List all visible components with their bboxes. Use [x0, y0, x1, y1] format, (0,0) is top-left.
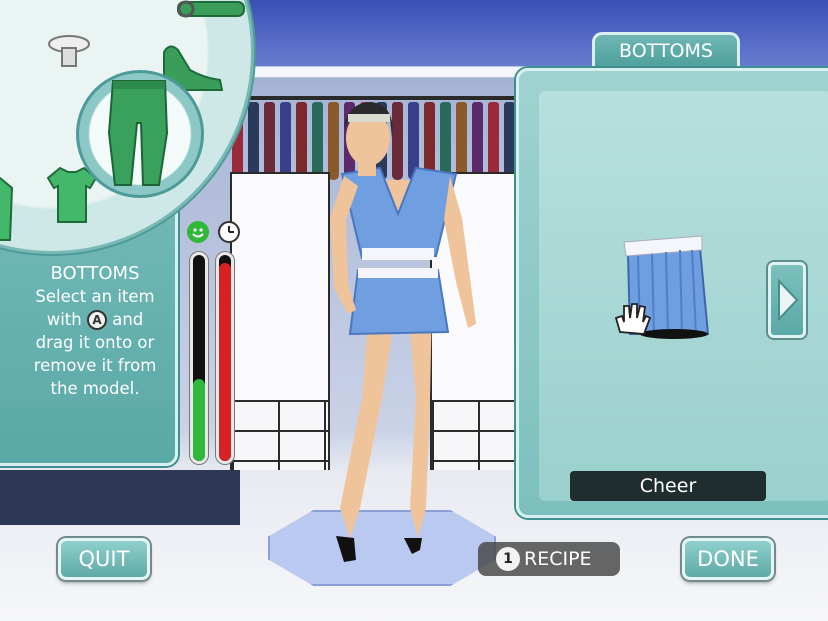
done-button[interactable]: DONE: [682, 538, 774, 580]
recipe-label: RECIPE: [524, 548, 592, 570]
fashion-model[interactable]: [300, 98, 500, 568]
pants-icon: [107, 80, 169, 186]
instructions-line: the model.: [50, 379, 140, 398]
garment: [504, 102, 515, 180]
shelf-frame: [230, 66, 530, 78]
instructions-heading: BOTTOMS: [50, 263, 140, 284]
category-tab[interactable]: BOTTOMS: [592, 32, 740, 68]
instructions-text: BOTTOMS Select an item with A and drag i…: [20, 262, 170, 400]
instructions-line: drag it onto or: [35, 333, 155, 352]
garment: [280, 102, 291, 180]
clock-icon: [218, 221, 240, 243]
instructions-line: with: [46, 310, 82, 329]
hat-icon[interactable]: [46, 34, 92, 78]
garment: [264, 102, 275, 180]
hand-cursor-icon: [614, 303, 652, 335]
item-name: Cheer: [570, 471, 766, 501]
next-item-button[interactable]: [768, 262, 806, 338]
smiley-icon: [187, 221, 209, 243]
garment: [248, 102, 259, 180]
selected-item-slot[interactable]: [76, 70, 204, 198]
arrow-right-icon: [778, 278, 799, 322]
counter-base: [0, 470, 240, 525]
recipe-button[interactable]: 1 RECIPE: [478, 542, 620, 576]
one-button-icon: 1: [496, 547, 520, 571]
happiness-meter: [190, 252, 208, 464]
quit-button[interactable]: QUIT: [58, 538, 150, 580]
instructions-line: remove it from: [33, 356, 157, 375]
happiness-meter-fill: [193, 378, 205, 461]
a-button-icon: A: [86, 310, 107, 330]
time-meter-fill: [219, 263, 231, 461]
shirt-icon[interactable]: [0, 174, 18, 248]
time-meter: [216, 252, 234, 464]
belt-icon[interactable]: [176, 0, 246, 28]
instructions-line: and: [112, 310, 144, 329]
game-screen: BOTTOMS Select an item with A and drag i…: [0, 0, 828, 621]
instructions-line: Select an item: [35, 287, 155, 306]
